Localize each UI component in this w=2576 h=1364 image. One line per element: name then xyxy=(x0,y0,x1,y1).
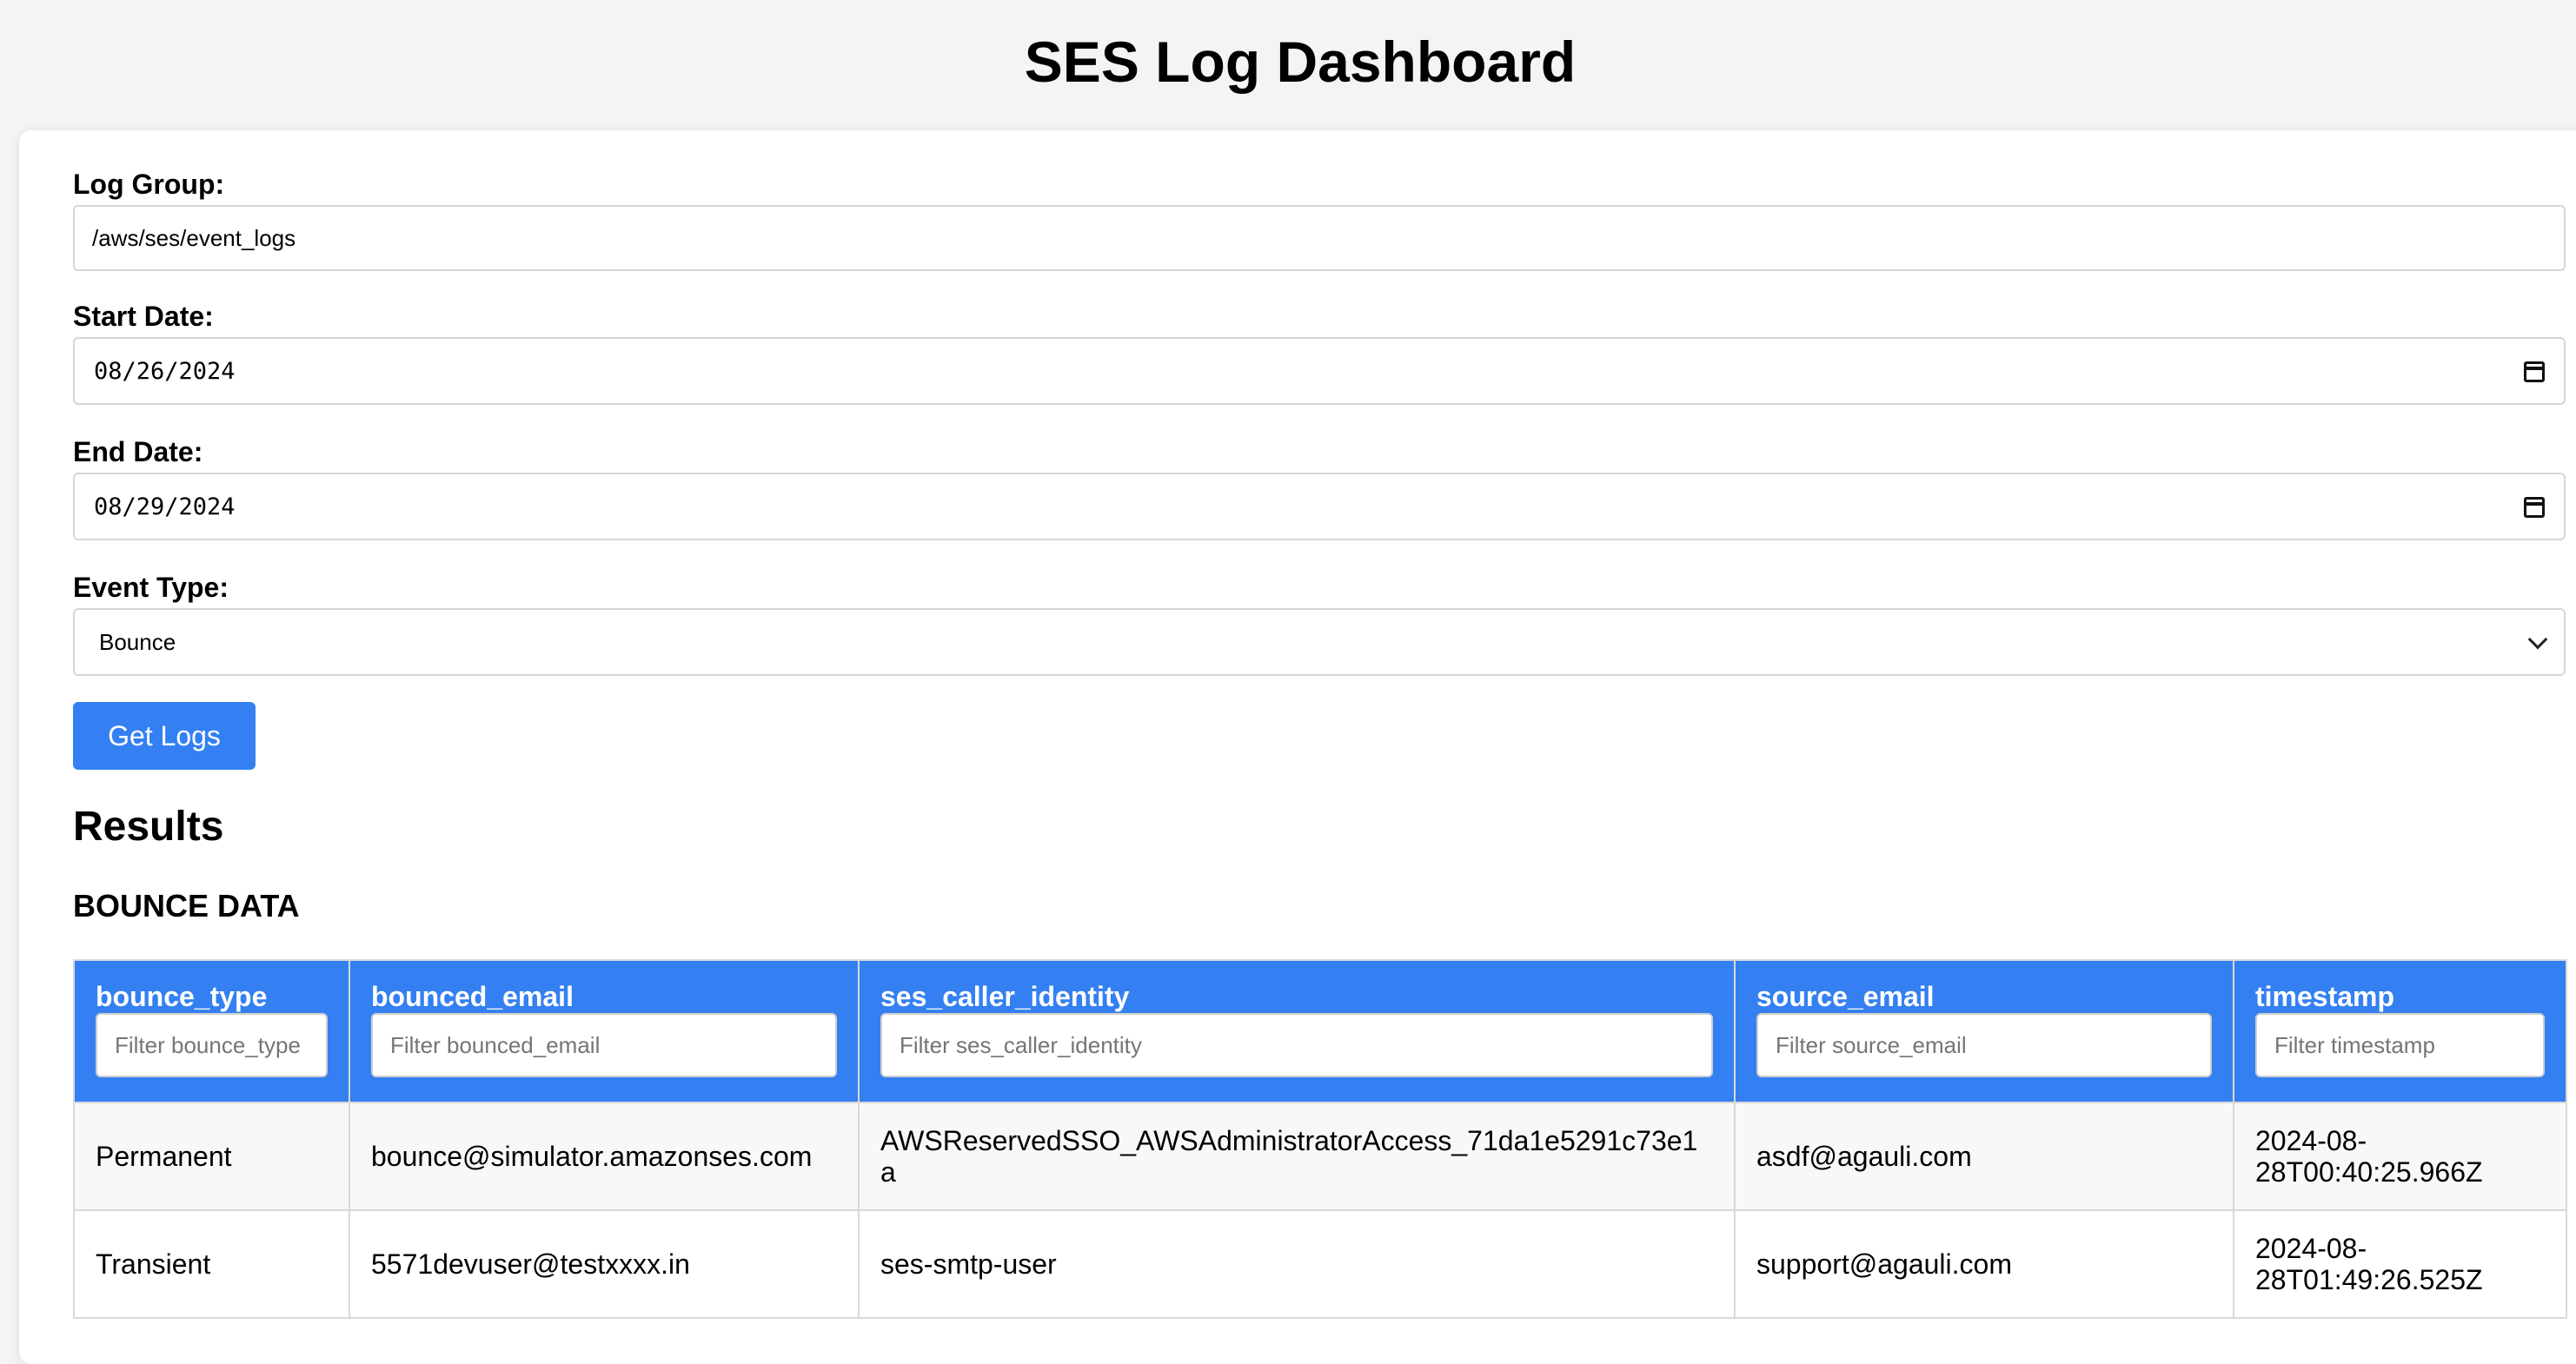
column-header-timestamp: timestamp xyxy=(2233,959,2567,1103)
results-heading: Results xyxy=(73,804,224,850)
start-date-value: 08/26/2024 xyxy=(94,357,236,385)
source-email-cell: asdf@agauli.com xyxy=(1734,1102,2234,1211)
log-group-value: /aws/ses/event_logs xyxy=(92,224,296,251)
ses-caller-identity-cell: ses-smtp-user xyxy=(858,1209,1736,1319)
column-label: ses_caller_identity xyxy=(880,981,1130,1012)
end-date-input[interactable]: 08/29/2024 xyxy=(73,473,2566,540)
filter-timestamp-input[interactable] xyxy=(2255,1013,2545,1077)
bounced-email-cell: 5571devuser@testxxxx.in xyxy=(349,1209,860,1319)
event-type-value: Bounce xyxy=(99,628,176,655)
event-type-label: Event Type: xyxy=(73,572,229,603)
calendar-icon[interactable] xyxy=(2524,497,2545,518)
source-email-cell: support@agauli.com xyxy=(1734,1209,2234,1319)
column-header-bounce-type: bounce_type xyxy=(73,959,350,1103)
start-date-input[interactable]: 08/26/2024 xyxy=(73,337,2566,405)
filter-bounced-email-input[interactable] xyxy=(371,1013,837,1077)
column-label: bounce_type xyxy=(96,981,268,1012)
filter-ses-caller-identity-input[interactable] xyxy=(880,1013,1713,1077)
end-date-value: 08/29/2024 xyxy=(94,493,236,520)
bounce-type-cell: Transient xyxy=(73,1209,350,1319)
bounce-data-table: bounce_type bounced_email ses_caller_ide… xyxy=(73,959,2567,1319)
page-title: SES Log Dashboard xyxy=(1024,30,1577,94)
end-date-label: End Date: xyxy=(73,436,203,467)
table-header-row: bounce_type bounced_email ses_caller_ide… xyxy=(73,959,2567,1103)
column-header-source-email: source_email xyxy=(1734,959,2234,1103)
column-header-bounced-email: bounced_email xyxy=(349,959,860,1103)
ses-caller-identity-cell: AWSReservedSSO_AWSAdministratorAccess_71… xyxy=(858,1102,1736,1211)
log-group-label: Log Group: xyxy=(73,169,225,200)
bounced-email-cell: bounce@simulator.amazonses.com xyxy=(349,1102,860,1211)
get-logs-button[interactable]: Get Logs xyxy=(73,702,256,770)
bounce-data-heading: BOUNCE DATA xyxy=(73,888,300,924)
bounce-type-cell: Permanent xyxy=(73,1102,350,1211)
dashboard-card: Log Group: /aws/ses/event_logs Start Dat… xyxy=(19,130,2576,1364)
table-row: Transient 5571devuser@testxxxx.in ses-sm… xyxy=(73,1209,2567,1319)
chevron-down-icon[interactable] xyxy=(2527,629,2548,650)
calendar-icon[interactable] xyxy=(2524,361,2545,382)
start-date-label: Start Date: xyxy=(73,301,214,332)
filter-source-email-input[interactable] xyxy=(1756,1013,2212,1077)
filter-bounce-type-input[interactable] xyxy=(96,1013,328,1077)
timestamp-cell: 2024-08-28T01:49:26.525Z xyxy=(2233,1209,2567,1319)
column-label: source_email xyxy=(1756,981,1935,1012)
log-group-input[interactable]: /aws/ses/event_logs xyxy=(73,205,2566,271)
column-label: timestamp xyxy=(2255,981,2395,1012)
column-label: bounced_email xyxy=(371,981,574,1012)
table-row: Permanent bounce@simulator.amazonses.com… xyxy=(73,1102,2567,1211)
column-header-ses-caller-identity: ses_caller_identity xyxy=(858,959,1736,1103)
timestamp-cell: 2024-08-28T00:40:25.966Z xyxy=(2233,1102,2567,1211)
event-type-select[interactable]: Bounce xyxy=(73,608,2566,676)
